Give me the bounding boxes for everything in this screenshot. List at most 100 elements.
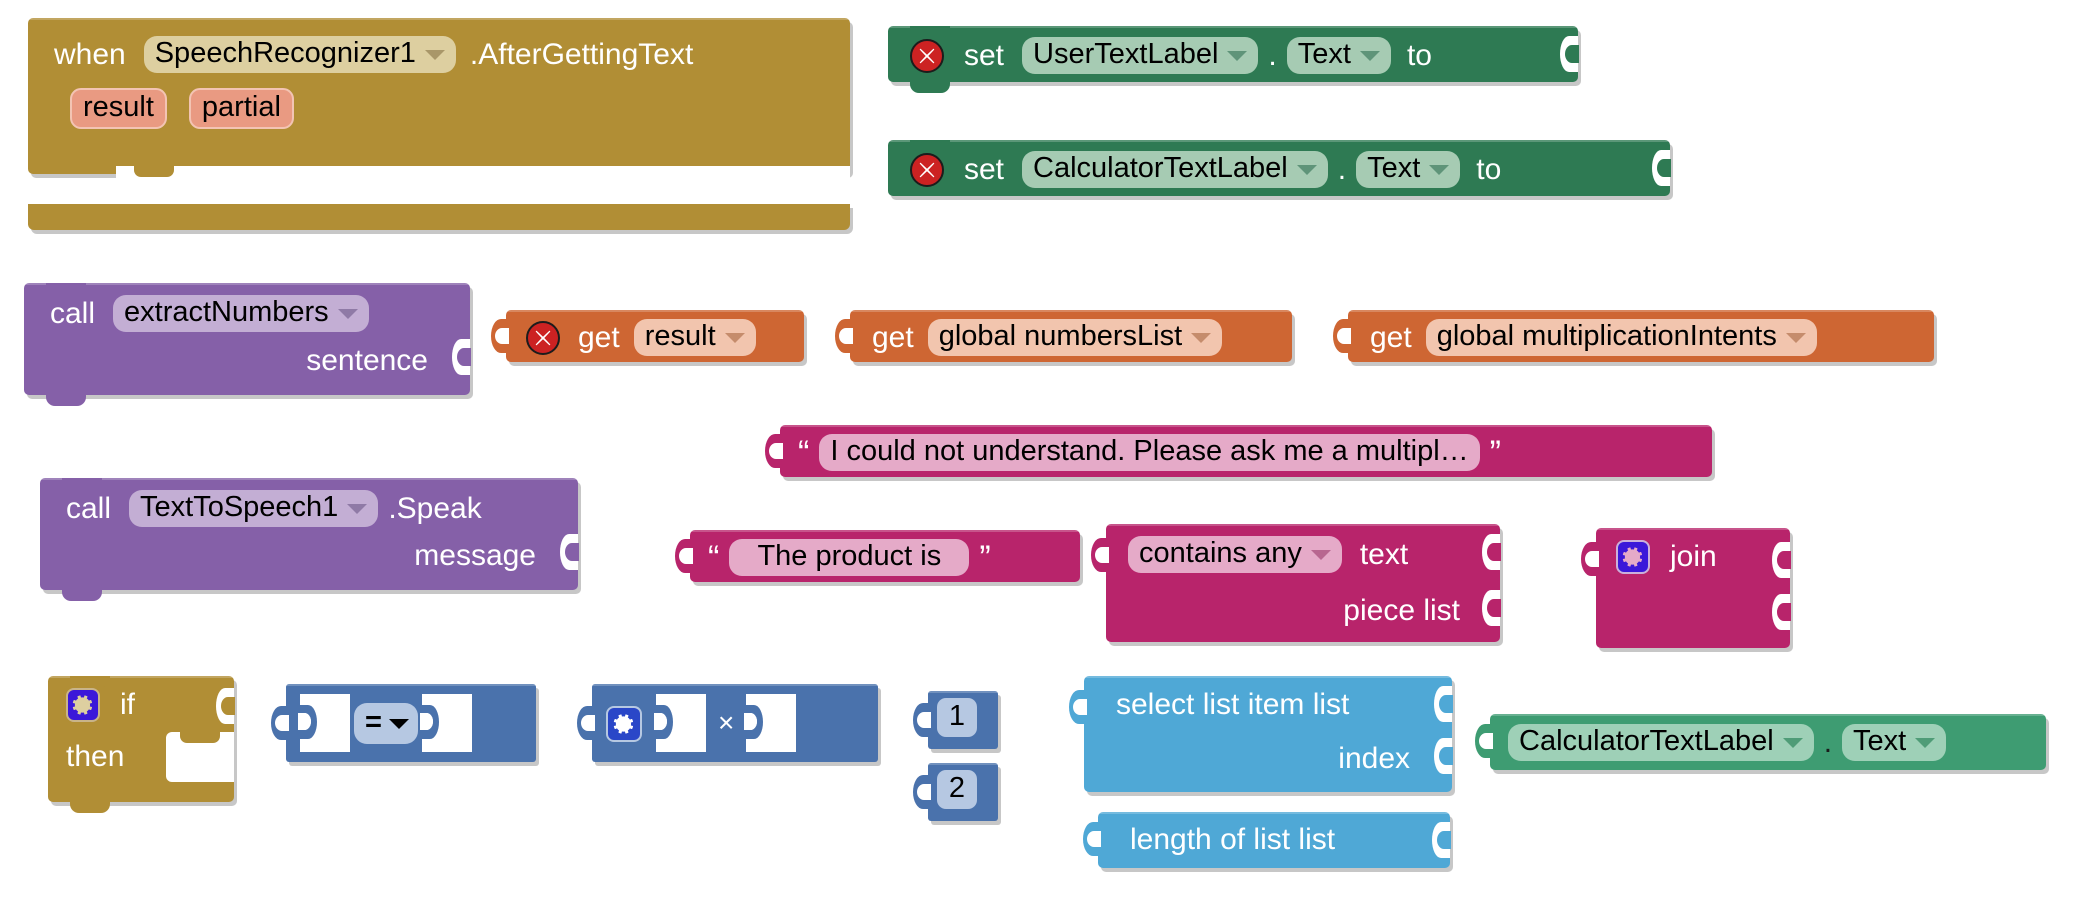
block-get-global-numberslist[interactable]: get global numbersList: [835, 310, 1292, 362]
block-text-could-not-understand[interactable]: “ I could not understand. Please ask me …: [765, 425, 1712, 477]
get-keyword-label: get: [578, 320, 620, 354]
operation-dropdown-contains-any[interactable]: contains any: [1128, 536, 1342, 573]
block-highlight: [690, 530, 1080, 532]
text-value-field[interactable]: I could not understand. Please ask me a …: [819, 434, 1480, 471]
block-get-calculatortextlabel-text[interactable]: CalculatorTextLabel . Text: [1475, 714, 2046, 770]
get-keyword-label: get: [872, 320, 914, 354]
block-highlight: [1490, 714, 2046, 716]
procedure-dropdown-extractnumbers[interactable]: extractNumbers: [113, 295, 369, 332]
text-value-field[interactable]: The product is: [729, 539, 970, 576]
block-control-if-then[interactable]: if then: [48, 676, 235, 813]
block-math-number-2[interactable]: 2: [913, 763, 998, 821]
property-dropdown-text[interactable]: Text: [1356, 151, 1461, 188]
output-plug: [1069, 690, 1087, 724]
block-highlight: [780, 425, 1712, 427]
arg-label-sentence: sentence: [306, 344, 428, 377]
multiply-operator-label: ×: [718, 707, 735, 738]
error-x-icon[interactable]: [910, 38, 944, 73]
block-highlight: [1106, 524, 1500, 526]
output-plug: [835, 319, 853, 353]
statement-notch-top: [910, 140, 950, 151]
statement-tab-bottom: [70, 802, 110, 813]
block-call-extractnumbers[interactable]: call extractNumbers sentence: [24, 283, 471, 406]
event-param-result[interactable]: result: [70, 88, 167, 129]
value-input-socket[interactable]: [1652, 150, 1671, 186]
block-get-result[interactable]: get result: [491, 310, 804, 362]
chevron-down-icon: [1785, 333, 1806, 343]
block-text-the-product-is[interactable]: “ The product is ”: [675, 530, 1080, 582]
block-math-number-1[interactable]: 1: [913, 691, 998, 749]
operand-b-socket[interactable]: [419, 694, 472, 752]
component-dropdown-calculatortextlabel[interactable]: CalculatorTextLabel: [1508, 724, 1814, 761]
chevron-down-icon: [1915, 738, 1936, 748]
condition-value-socket[interactable]: [216, 688, 235, 724]
value-input-socket-message[interactable]: [560, 534, 579, 570]
output-plug: [1083, 822, 1101, 856]
if-keyword-label: if: [120, 688, 135, 721]
value-input-socket-sentence[interactable]: [452, 339, 471, 375]
value-input-socket-list[interactable]: [1434, 686, 1453, 722]
block-call-texttospeech1-speak[interactable]: call TextToSpeech1 .Speak message: [40, 478, 579, 601]
value-input-socket-2[interactable]: [1772, 594, 1791, 630]
value-input-socket-text[interactable]: [1482, 534, 1501, 570]
dot-separator: .: [1268, 38, 1277, 72]
mutator-gear-icon[interactable]: [606, 706, 642, 742]
property-dropdown-text[interactable]: Text: [1286, 37, 1391, 74]
block-length-of-list[interactable]: length of list list: [1083, 812, 1451, 868]
number-value-field[interactable]: 2: [937, 770, 977, 809]
operand-a-socket[interactable]: [654, 694, 706, 752]
mutator-gear-icon[interactable]: [1616, 540, 1650, 574]
chevron-down-icon: [1296, 165, 1317, 175]
operand-a-socket[interactable]: [298, 694, 350, 752]
output-plug: [1091, 538, 1109, 572]
output-plug: [271, 706, 289, 740]
block-math-multiply[interactable]: ×: [577, 684, 878, 762]
variable-dropdown-global-numberslist[interactable]: global numbersList: [927, 319, 1223, 356]
call-keyword-label: call: [50, 296, 96, 330]
then-statement-socket[interactable]: [166, 732, 234, 782]
value-input-socket[interactable]: [1560, 36, 1579, 72]
arg-label-message: message: [414, 539, 536, 572]
statement-notch-top: [62, 478, 102, 489]
comparison-operator-dropdown[interactable]: =: [354, 702, 418, 744]
block-when-speechrecognizer1-aftergettingtext[interactable]: when SpeechRecognizer1 .AfterGettingText…: [28, 18, 850, 222]
mutator-gear-icon[interactable]: [66, 688, 100, 722]
block-highlight: [1098, 812, 1450, 814]
chevron-down-icon: [724, 333, 745, 343]
when-keyword-label: when: [54, 37, 126, 71]
value-input-socket-list[interactable]: [1432, 822, 1451, 858]
blocks-workspace[interactable]: when SpeechRecognizer1 .AfterGettingText…: [0, 0, 2080, 898]
block-text-contains-any[interactable]: contains any text piece list: [1091, 524, 1501, 642]
get-keyword-label: get: [1370, 320, 1412, 354]
component-dropdown-usertextlabel[interactable]: UserTextLabel: [1022, 37, 1259, 74]
value-input-socket-1[interactable]: [1772, 542, 1791, 578]
number-value-field[interactable]: 1: [937, 698, 977, 737]
property-dropdown-text[interactable]: Text: [1842, 724, 1947, 761]
error-x-icon[interactable]: [526, 320, 560, 355]
block-when-bottom-skirt[interactable]: [28, 204, 850, 230]
block-logic-compare-equals[interactable]: =: [271, 684, 536, 762]
statement-notch: [134, 166, 174, 177]
component-dropdown-speechrecognizer1[interactable]: SpeechRecognizer1: [143, 36, 456, 73]
value-input-socket-piece-list[interactable]: [1482, 590, 1501, 626]
statement-tab-bottom: [62, 590, 102, 601]
chevron-down-icon: [1310, 550, 1331, 560]
component-dropdown-calculatortextlabel[interactable]: CalculatorTextLabel: [1022, 151, 1328, 188]
operand-b-socket[interactable]: [744, 694, 797, 752]
join-label: join: [1670, 540, 1717, 573]
variable-dropdown-global-multiplicationintents[interactable]: global multiplicationIntents: [1425, 319, 1817, 356]
to-keyword-label: to: [1476, 152, 1502, 186]
block-set-usertextlabel-text[interactable]: set UserTextLabel . Text to: [888, 26, 1579, 93]
value-input-socket-index[interactable]: [1434, 738, 1453, 774]
block-highlight: [286, 684, 536, 686]
chevron-down-icon: [424, 50, 445, 60]
component-dropdown-texttospeech1[interactable]: TextToSpeech1: [129, 490, 379, 527]
output-plug: [765, 434, 783, 468]
block-set-calculatortextlabel-text[interactable]: set CalculatorTextLabel . Text to: [888, 140, 1671, 196]
error-x-icon[interactable]: [910, 152, 944, 187]
block-get-global-multiplicationintents[interactable]: get global multiplicationIntents: [1333, 310, 1934, 362]
block-select-list-item[interactable]: select list item list index: [1069, 676, 1453, 792]
event-param-partial[interactable]: partial: [188, 88, 294, 129]
variable-dropdown-result[interactable]: result: [633, 319, 756, 356]
block-text-join[interactable]: join: [1581, 528, 1791, 648]
